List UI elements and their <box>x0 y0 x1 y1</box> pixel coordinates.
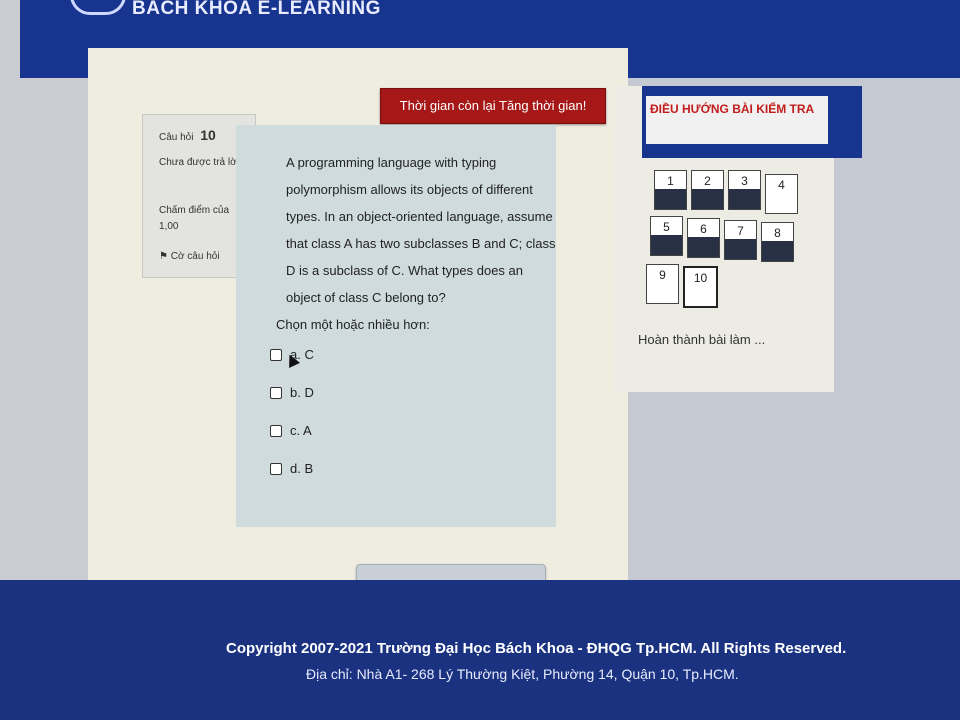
question-nav-button-6[interactable]: 6 <box>687 218 720 258</box>
question-number-value: 10 <box>200 127 216 143</box>
logo-icon <box>70 0 126 15</box>
timer-banner[interactable]: Thời gian còn lại Tăng thời gian! <box>380 88 606 124</box>
question-nav-number: 3 <box>741 174 748 188</box>
answer-prompt: Chọn một hoặc nhiều hơn: <box>276 317 430 332</box>
question-nav-number: 9 <box>659 268 666 282</box>
question-box: A programming language with typing polym… <box>236 125 556 527</box>
question-nav-number: 7 <box>737 224 744 238</box>
option-c[interactable]: c. A <box>270 423 312 438</box>
answered-indicator <box>651 235 682 255</box>
quiz-navigation-panel: ĐIỀU HƯỚNG BÀI KIỂM TRA 1 2 3 4 5 6 7 8 9 10 Hoàn… <box>614 86 862 392</box>
option-b[interactable]: b. D <box>270 385 314 400</box>
question-score: Chấm điểm của 1,00 <box>159 205 230 232</box>
question-text: A programming language with typing polym… <box>286 155 556 305</box>
question-nav-number: 5 <box>663 220 670 234</box>
option-d-label: d. B <box>290 461 314 476</box>
checkbox-a[interactable] <box>270 348 282 361</box>
question-number-label: Câu hỏi <box>159 132 194 143</box>
answered-indicator <box>655 189 686 209</box>
question-nav-button-1[interactable]: 1 <box>654 170 687 210</box>
question-number: Câu hỏi 10 <box>159 127 216 143</box>
question-nav-button-3[interactable]: 3 <box>728 170 761 210</box>
option-c-label: c. A <box>290 423 312 438</box>
site-footer: Copyright 2007-2021 Trường Đại Học Bách … <box>0 580 960 720</box>
answered-indicator <box>729 189 760 209</box>
flag-question-label: Cờ câu hỏi <box>170 251 220 262</box>
question-nav-number: 1 <box>667 174 674 188</box>
question-nav-number: 6 <box>700 222 707 236</box>
flag-icon: ⚑ <box>159 251 168 262</box>
copyright-text: Copyright 2007-2021 Trường Đại Học Bách … <box>226 640 847 657</box>
option-b-label: b. D <box>290 385 314 400</box>
question-nav-button-8[interactable]: 8 <box>761 222 794 262</box>
navigation-finish-link[interactable]: Hoàn thành bài làm ... <box>638 332 765 347</box>
navigation-title: ĐIỀU HƯỚNG BÀI KIỂM TRA <box>646 96 828 144</box>
question-nav-button-9[interactable]: 9 <box>646 264 679 304</box>
site-title: BÁCH KHOA E-LEARNING <box>132 0 381 19</box>
question-nav-button-4[interactable]: 4 <box>765 174 798 214</box>
address-text: Địa chỉ: Nhà A1- 268 Lý Thường Kiệt, Phư… <box>306 666 739 682</box>
answered-indicator <box>762 241 793 261</box>
question-nav-button-5[interactable]: 5 <box>650 216 683 256</box>
question-nav-button-7[interactable]: 7 <box>724 220 757 260</box>
question-nav-number: 8 <box>774 226 781 240</box>
question-nav-button-10[interactable]: 10 <box>683 266 718 308</box>
navigation-header: ĐIỀU HƯỚNG BÀI KIỂM TRA <box>642 86 862 158</box>
question-nav-number: 4 <box>778 178 785 192</box>
checkbox-b[interactable] <box>270 386 282 399</box>
question-nav-number: 2 <box>704 174 711 188</box>
question-nav-number: 10 <box>693 271 708 285</box>
checkbox-c[interactable] <box>270 424 282 437</box>
answered-indicator <box>688 237 719 257</box>
question-nav-button-2[interactable]: 2 <box>691 170 724 210</box>
answered-indicator <box>725 239 756 259</box>
checkbox-d[interactable] <box>270 462 282 475</box>
option-d[interactable]: d. B <box>270 461 313 476</box>
question-status: Chưa được trả lời <box>159 157 239 168</box>
answered-indicator <box>692 189 723 209</box>
flag-question-button[interactable]: ⚑ Cờ câu hỏi <box>159 251 220 262</box>
